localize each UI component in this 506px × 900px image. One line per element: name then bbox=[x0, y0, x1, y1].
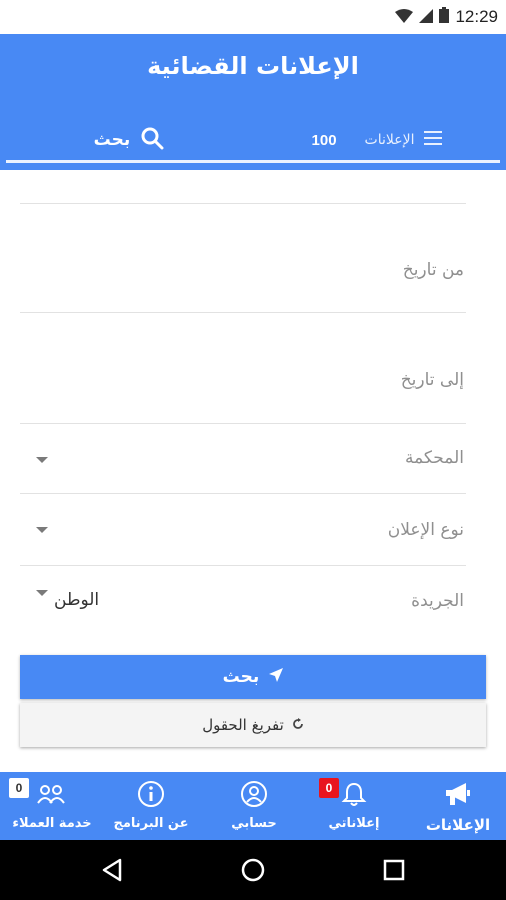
nav-item-my-ads[interactable]: 0 إعلاناتي bbox=[314, 772, 394, 840]
nav-item-ads[interactable]: الإعلانات bbox=[416, 772, 500, 840]
status-time: 12:29 bbox=[455, 7, 498, 26]
signal-icon bbox=[419, 8, 434, 27]
ad-type-select[interactable]: نوع الإعلان bbox=[388, 520, 464, 540]
nav-label-my-ads: إعلاناتي bbox=[328, 816, 380, 831]
notification-badge: 0 bbox=[319, 778, 339, 798]
divider bbox=[20, 493, 466, 494]
nav-item-about[interactable]: عن البرنامج bbox=[106, 772, 196, 840]
status-icons: 12:29 bbox=[395, 6, 498, 28]
wifi-icon bbox=[395, 8, 414, 27]
refresh-icon bbox=[292, 716, 304, 734]
search-icon bbox=[140, 126, 164, 155]
tab-bar: بحث 100 الإعلانات bbox=[0, 118, 506, 164]
system-nav-bar bbox=[0, 840, 506, 900]
battery-icon bbox=[439, 7, 450, 27]
customer-service-badge: 0 bbox=[9, 778, 29, 798]
clear-fields-button[interactable]: تفريغ الحقول bbox=[20, 703, 486, 747]
to-date-field[interactable]: إلى تاريخ bbox=[401, 370, 464, 390]
clear-button-label: تفريغ الحقول bbox=[202, 716, 284, 734]
divider bbox=[20, 423, 466, 424]
divider bbox=[20, 312, 466, 313]
back-icon[interactable] bbox=[98, 856, 126, 884]
nav-label-ads: الإعلانات bbox=[425, 816, 491, 834]
tab-search[interactable]: بحث bbox=[6, 118, 252, 162]
customers-icon: 0 bbox=[9, 776, 67, 812]
search-button-label: بحث bbox=[222, 667, 260, 687]
nav-item-customer-service[interactable]: 0 خدمة العملاء bbox=[4, 772, 100, 840]
recents-icon[interactable] bbox=[380, 856, 408, 884]
newspaper-select[interactable]: الجريدة bbox=[411, 591, 464, 611]
newspaper-value[interactable]: الوطن bbox=[54, 590, 99, 610]
chevron-down-icon[interactable] bbox=[36, 457, 48, 463]
tab-search-label: بحث bbox=[93, 130, 131, 150]
ads-count: 100 bbox=[311, 131, 337, 149]
home-icon[interactable] bbox=[239, 856, 267, 884]
tab-ads[interactable]: 100 الإعلانات bbox=[254, 118, 500, 162]
nav-label-about: عن البرنامج bbox=[113, 816, 189, 831]
tab-indicator bbox=[6, 160, 500, 163]
megaphone-icon bbox=[444, 776, 472, 812]
status-bar: 12:29 bbox=[0, 0, 506, 34]
nav-label-account: حسابي bbox=[231, 816, 277, 831]
tab-ads-label: الإعلانات bbox=[364, 132, 415, 148]
search-form: من تاريخ إلى تاريخ المحكمة نوع الإعلان ا… bbox=[0, 170, 506, 772]
divider bbox=[20, 203, 466, 204]
bottom-nav: الإعلانات 0 إعلاناتي حسابي عن البرنامج 0… bbox=[0, 772, 506, 840]
from-date-field[interactable]: من تاريخ bbox=[403, 260, 464, 280]
search-button[interactable]: بحث bbox=[20, 655, 486, 699]
court-select[interactable]: المحكمة bbox=[405, 448, 464, 468]
chevron-down-icon[interactable] bbox=[36, 527, 48, 533]
chevron-down-icon[interactable] bbox=[36, 590, 48, 596]
divider bbox=[20, 565, 466, 566]
info-icon bbox=[137, 776, 165, 812]
nav-label-customer-service: خدمة العملاء bbox=[12, 816, 92, 831]
nav-item-account[interactable]: حسابي bbox=[214, 772, 294, 840]
send-icon bbox=[269, 667, 284, 687]
page-title: الإعلانات القضائية bbox=[147, 52, 359, 80]
bell-icon: 0 bbox=[319, 776, 367, 812]
user-icon bbox=[240, 776, 268, 812]
list-icon bbox=[424, 131, 443, 149]
